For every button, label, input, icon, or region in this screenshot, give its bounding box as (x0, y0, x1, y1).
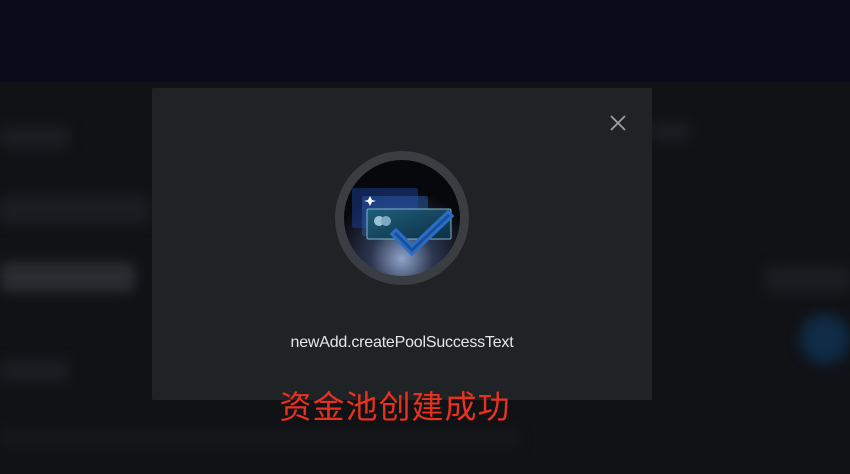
background-header (0, 0, 850, 82)
caption-text: 资金池创建成功 (279, 388, 511, 426)
close-icon (610, 115, 626, 131)
success-message: newAdd.createPoolSuccessText (290, 334, 514, 351)
background-blurred-block (765, 266, 850, 292)
background-blurred-block (650, 122, 690, 140)
background-blurred-block (0, 126, 70, 148)
success-modal: newAdd.createPoolSuccessText (152, 88, 652, 400)
page: newAdd.createPoolSuccessText 资金池创建成功 (0, 0, 850, 474)
background-blurred-block (0, 360, 70, 382)
background-blurred-block (0, 262, 135, 292)
background-blurred-avatar (800, 314, 850, 364)
close-button[interactable] (608, 113, 628, 133)
pool-success-check-icon (335, 151, 469, 285)
background-blurred-block (0, 196, 150, 224)
background-blurred-block (0, 430, 520, 446)
